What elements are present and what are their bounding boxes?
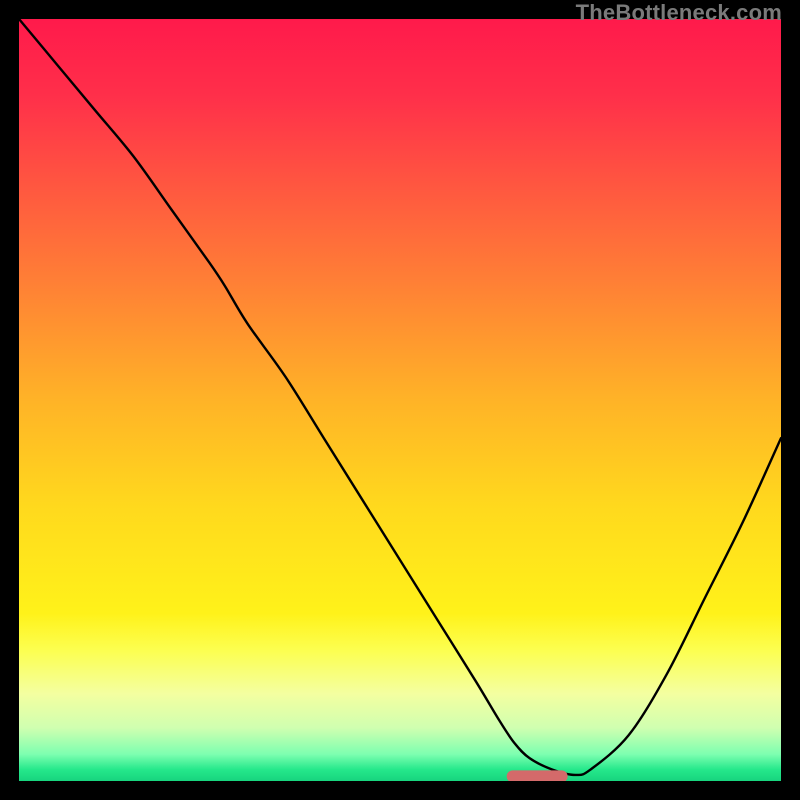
chart-frame	[19, 19, 781, 781]
attribution-watermark: TheBottleneck.com	[576, 0, 782, 26]
chart-background-gradient	[19, 19, 781, 781]
bottleneck-chart	[19, 19, 781, 781]
optimal-range-marker	[507, 770, 568, 781]
